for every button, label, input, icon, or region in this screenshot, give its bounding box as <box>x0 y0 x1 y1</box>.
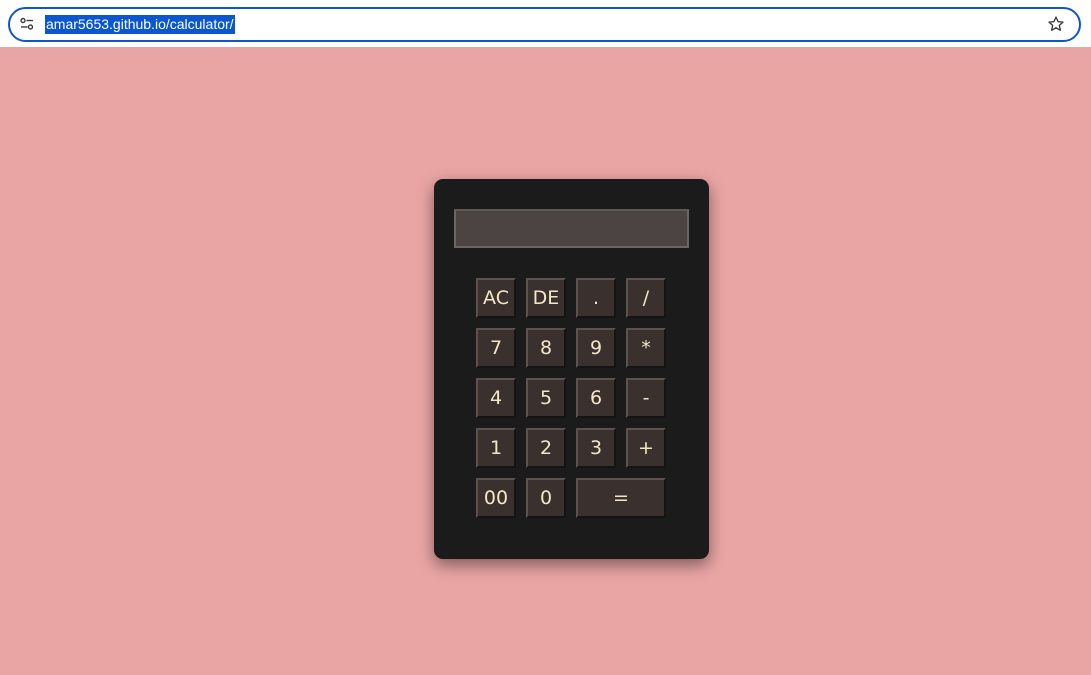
plus-button[interactable]: + <box>626 428 666 468</box>
digit-3-button[interactable]: 3 <box>576 428 616 468</box>
digit-1-button[interactable]: 1 <box>476 428 516 468</box>
star-icon[interactable] <box>1047 15 1065 33</box>
digit-8-button[interactable]: 8 <box>526 328 566 368</box>
address-bar[interactable]: amar5653.github.io/calculator/ <box>8 7 1081 42</box>
tune-icon[interactable] <box>19 16 35 32</box>
digit-5-button[interactable]: 5 <box>526 378 566 418</box>
digit-4-button[interactable]: 4 <box>476 378 516 418</box>
divide-button[interactable]: / <box>626 278 666 318</box>
url-text[interactable]: amar5653.github.io/calculator/ <box>45 15 235 34</box>
calculator-display[interactable] <box>454 209 689 248</box>
digit-9-button[interactable]: 9 <box>576 328 616 368</box>
page-background: AC DE . / 7 8 9 * 4 5 6 - 1 2 3 + 00 0 = <box>0 47 1091 675</box>
decimal-button[interactable]: . <box>576 278 616 318</box>
digit-7-button[interactable]: 7 <box>476 328 516 368</box>
digit-0-button[interactable]: 0 <box>526 478 566 518</box>
equals-button[interactable]: = <box>576 478 666 518</box>
digit-2-button[interactable]: 2 <box>526 428 566 468</box>
delete-button[interactable]: DE <box>526 278 566 318</box>
digit-6-button[interactable]: 6 <box>576 378 616 418</box>
calculator: AC DE . / 7 8 9 * 4 5 6 - 1 2 3 + 00 0 = <box>434 179 709 559</box>
multiply-button[interactable]: * <box>626 328 666 368</box>
double-zero-button[interactable]: 00 <box>476 478 516 518</box>
browser-toolbar: amar5653.github.io/calculator/ <box>0 0 1091 47</box>
minus-button[interactable]: - <box>626 378 666 418</box>
ac-button[interactable]: AC <box>476 278 516 318</box>
